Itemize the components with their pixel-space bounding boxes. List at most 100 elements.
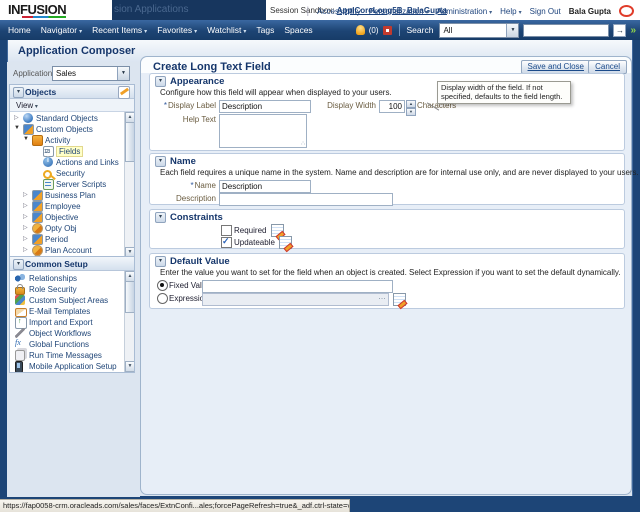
edit-page-icon[interactable] [118, 86, 130, 99]
nav-favorites[interactable]: Favorites [157, 25, 197, 35]
sign-out-link[interactable]: Sign Out [530, 7, 561, 16]
nav-recent-items[interactable]: Recent Items [92, 25, 147, 35]
accessibility-link[interactable]: Accessibility [317, 7, 361, 16]
objects-tree: ▷ Standard Objects ▼ Custom Objects ▼ Ac… [10, 112, 134, 258]
nav-spaces[interactable]: Spaces [284, 25, 312, 35]
collapse-toggle-icon[interactable] [13, 259, 24, 270]
cs-item-runtime-messages[interactable]: Run Time Messages [10, 350, 120, 361]
collapse-arrow-icon[interactable]: ▼ [14, 125, 20, 131]
tree-scrollbar[interactable]: ▲ ▼ [124, 112, 134, 258]
personalization-menu[interactable]: Personalization [369, 7, 429, 16]
expand-arrow-icon[interactable]: ▷ [23, 235, 28, 242]
collapse-toggle-icon[interactable] [155, 256, 166, 267]
objects-header-title: Objects [25, 87, 57, 97]
section-title: Default Value [170, 256, 230, 267]
tree-item-label: Opty Obj [45, 224, 77, 233]
cs-item-email-templates[interactable]: E-Mail Templates [10, 306, 120, 317]
tree-item-opty-obj[interactable]: ▷ Opty Obj [10, 223, 124, 234]
collapse-toggle-icon[interactable] [155, 156, 166, 167]
cs-item-relationships[interactable]: Relationships [10, 273, 120, 284]
tree-item-fields[interactable]: Fields [10, 146, 124, 157]
expression-radio[interactable] [157, 293, 168, 304]
scrollbar-thumb[interactable] [125, 122, 134, 162]
alerts-bell-icon[interactable] [355, 25, 365, 35]
tree-item-objective[interactable]: ▷ Objective [10, 212, 124, 223]
nav-navigator[interactable]: Navigator [41, 25, 82, 35]
search-scope-combobox[interactable]: All ▼ [439, 22, 520, 38]
expression-builder-icon[interactable] [279, 236, 292, 249]
common-setup-scrollbar[interactable]: ▲ ▼ [124, 271, 134, 372]
save-and-close-button[interactable]: Save and Close [520, 60, 591, 74]
name-section: Name Each field requires a unique name i… [149, 153, 639, 206]
collapse-toggle-icon[interactable] [155, 76, 166, 87]
cs-item-global-functions[interactable]: Global Functions [10, 338, 120, 350]
tree-item-custom-objects[interactable]: ▼ Custom Objects [10, 124, 124, 135]
description-input[interactable] [219, 193, 393, 206]
cs-item-label: Custom Subject Areas [29, 296, 109, 305]
tree-item-employee[interactable]: ▷ Employee [10, 201, 124, 212]
expand-arrow-icon[interactable]: ▷ [23, 191, 28, 198]
view-menu-button[interactable]: View [16, 101, 38, 110]
display-width-value[interactable]: 100 [379, 100, 405, 113]
tree-item-business-plan[interactable]: ▷ Business Plan [10, 190, 124, 201]
tree-item-server-scripts[interactable]: Server Scripts [10, 179, 124, 190]
collapse-toggle-icon[interactable] [13, 87, 24, 98]
display-width-spinner[interactable]: 100 ▲ ▼ [379, 100, 416, 116]
spin-up-icon[interactable]: ▲ [406, 100, 416, 108]
application-combobox[interactable]: Sales ▼ [52, 66, 130, 81]
expand-arrow-icon[interactable]: ▷ [23, 202, 28, 209]
scrollbar-thumb[interactable] [125, 281, 134, 313]
tree-item-label: Security [56, 169, 85, 178]
advanced-search-icon[interactable]: » [630, 25, 636, 36]
flag-icon[interactable] [382, 25, 392, 35]
expand-arrow-icon[interactable]: ▷ [23, 224, 28, 231]
search-go-button[interactable]: → [613, 23, 627, 37]
cs-item-label: Object Workflows [29, 329, 92, 338]
fixed-value-radio[interactable] [157, 280, 168, 291]
tree-item-activity[interactable]: ▼ Activity [10, 135, 124, 146]
expand-arrow-icon[interactable]: ▷ [14, 114, 19, 121]
collapse-arrow-icon[interactable]: ▼ [23, 136, 29, 142]
global-functions-icon [15, 338, 25, 349]
expand-arrow-icon[interactable]: ▷ [23, 213, 28, 220]
nav-home[interactable]: Home [8, 25, 31, 35]
chevron-down-icon[interactable]: ▼ [117, 67, 129, 80]
display-label-input[interactable]: Description [219, 100, 311, 113]
cs-item-custom-subject-areas[interactable]: Custom Subject Areas [10, 295, 120, 306]
cancel-button[interactable]: Cancel [588, 60, 627, 74]
tree-item-standard-objects[interactable]: ▷ Standard Objects [10, 113, 124, 124]
scroll-down-icon[interactable]: ▼ [125, 361, 134, 372]
section-title: Constraints [170, 212, 223, 223]
cs-item-object-workflows[interactable]: Object Workflows [10, 328, 120, 339]
expression-builder-icon[interactable] [393, 293, 406, 306]
expand-arrow-icon[interactable]: ▷ [23, 246, 28, 253]
custom-objects-icon [23, 124, 34, 135]
spin-down-icon[interactable]: ▼ [406, 108, 416, 116]
fixed-value-input[interactable] [202, 280, 393, 293]
oracle-chat-icon[interactable] [619, 5, 634, 17]
administration-menu[interactable]: Administration [436, 7, 492, 16]
help-menu[interactable]: Help [500, 7, 521, 16]
tree-item-label: Server Scripts [56, 180, 107, 189]
tree-item-actions-and-links[interactable]: Actions and Links [10, 157, 124, 168]
required-checkbox[interactable] [221, 225, 232, 236]
tree-item-period[interactable]: ▷ Period [10, 234, 124, 245]
updateable-checkbox[interactable] [221, 236, 232, 248]
tree-item-security[interactable]: Security [10, 168, 124, 179]
application-window: INFUSION sion Applications Session Sandb… [0, 0, 640, 512]
cs-item-label: E-Mail Templates [29, 307, 91, 316]
search-input[interactable] [523, 23, 610, 37]
display-width-label: Display Width [327, 101, 376, 110]
objects-panel-header: Objects [10, 85, 134, 99]
chevron-down-icon[interactable]: ▼ [506, 23, 519, 37]
nav-tags[interactable]: Tags [256, 25, 274, 35]
collapse-toggle-icon[interactable] [155, 212, 166, 223]
help-text-textarea[interactable] [219, 114, 307, 148]
cs-item-import-export[interactable]: Import and Export [10, 317, 120, 329]
name-input[interactable]: Description [219, 180, 311, 193]
custom-object-icon [32, 201, 43, 212]
custom-object-icon [32, 234, 43, 245]
nav-watchlist[interactable]: Watchlist [207, 25, 246, 35]
cs-item-role-security[interactable]: Role Security [10, 284, 120, 295]
cs-item-mobile-setup[interactable]: Mobile Application Setup [10, 361, 120, 372]
